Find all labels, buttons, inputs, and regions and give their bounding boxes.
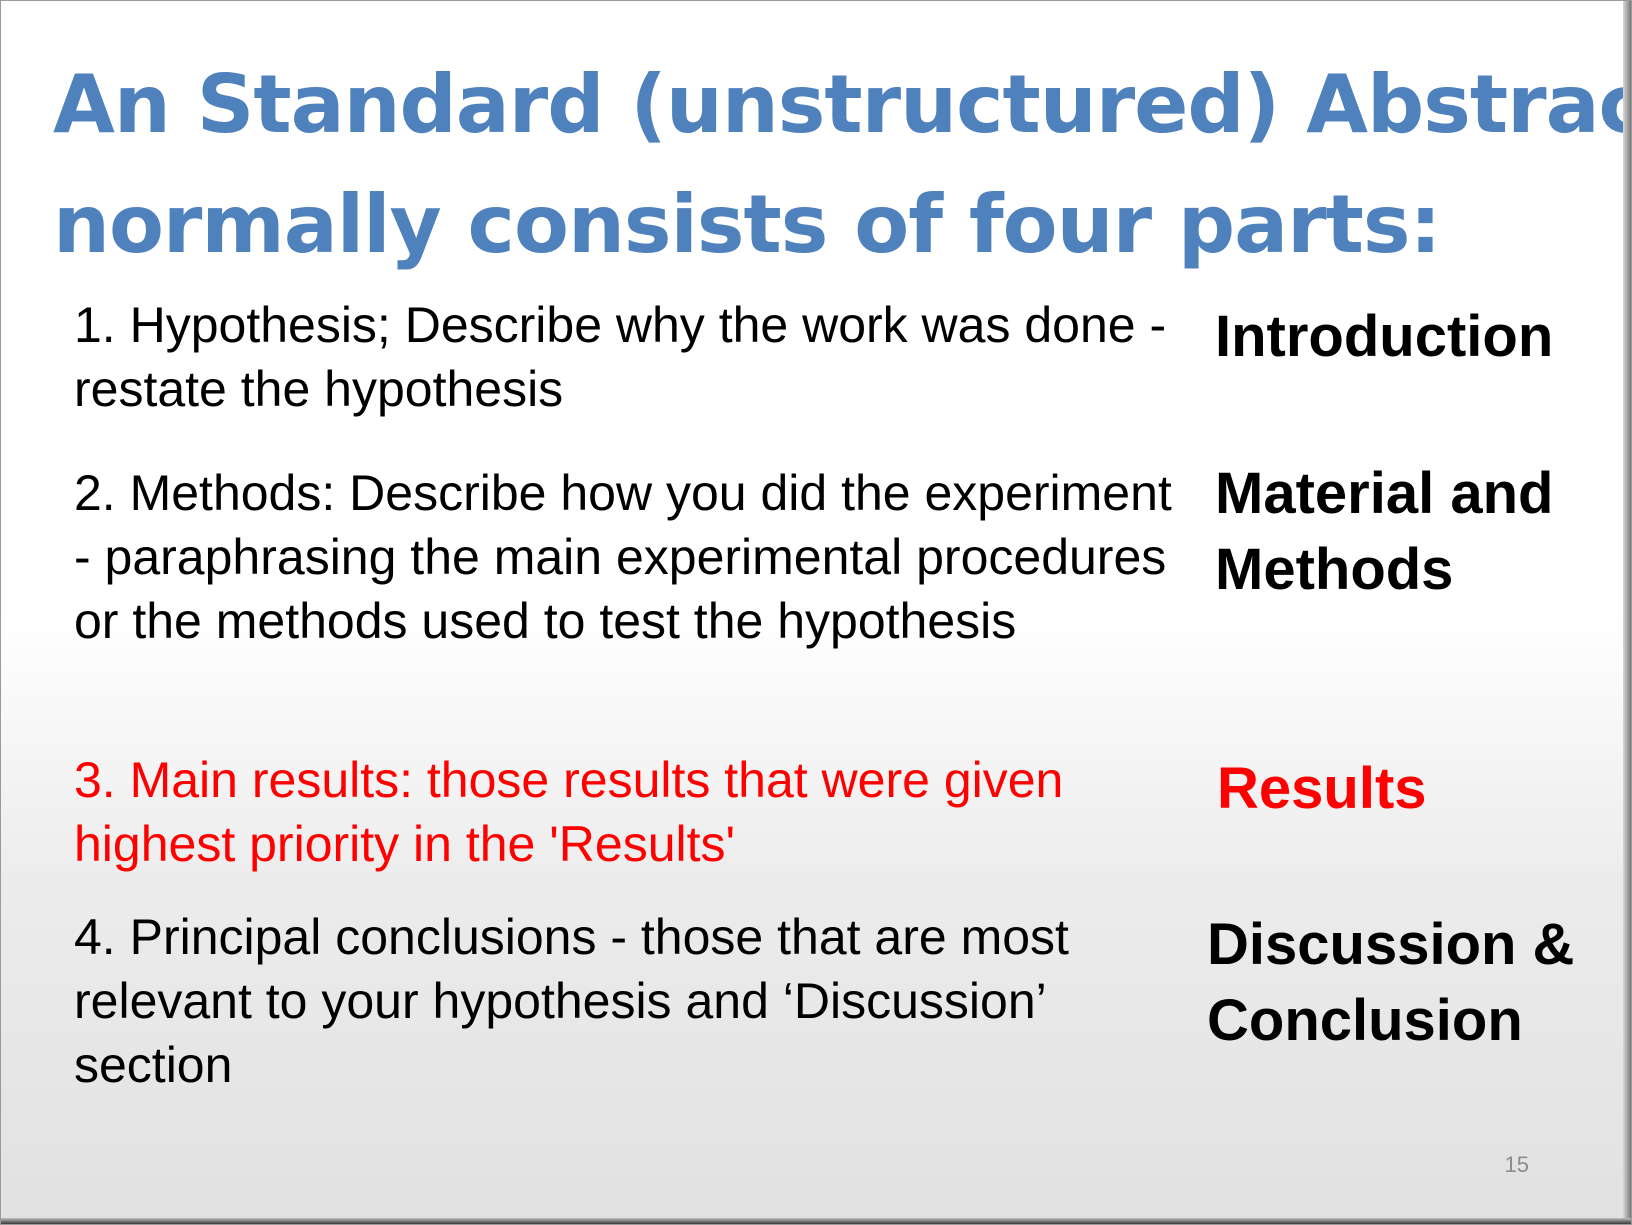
slide-title-line-1: An Standard (unstructured) Abstract: [53, 58, 1632, 151]
slide-title-line-2: normally consists of four parts:: [53, 178, 1441, 271]
abstract-part-hypothesis: 1. Hypothesis; Describe why the work was…: [74, 297, 1167, 417]
section-label-material-and: Material and: [1215, 461, 1554, 526]
section-label-results: Results: [1217, 756, 1427, 821]
slide-edge-bottom: [1, 1218, 1631, 1224]
slide-edge-right: [1623, 1, 1631, 1224]
abstract-part-methods: 2. Methods: Describe how you did the exp…: [74, 465, 1172, 649]
section-label-conclusion: Conclusion: [1207, 988, 1523, 1053]
section-label-introduction: Introduction: [1215, 304, 1554, 369]
abstract-part-main-results: 3. Main results: those results that were…: [74, 752, 1064, 872]
slide: An Standard (unstructured) Abstract norm…: [0, 0, 1632, 1225]
slide-title: An Standard (unstructured) Abstract norm…: [53, 45, 1632, 285]
abstract-part-conclusions: 4. Principal conclusions - those that ar…: [74, 909, 1069, 1093]
section-label-discussion: Discussion &: [1207, 912, 1575, 977]
page-number: 15: [1504, 1152, 1529, 1177]
section-label-methods: Methods: [1215, 537, 1454, 602]
